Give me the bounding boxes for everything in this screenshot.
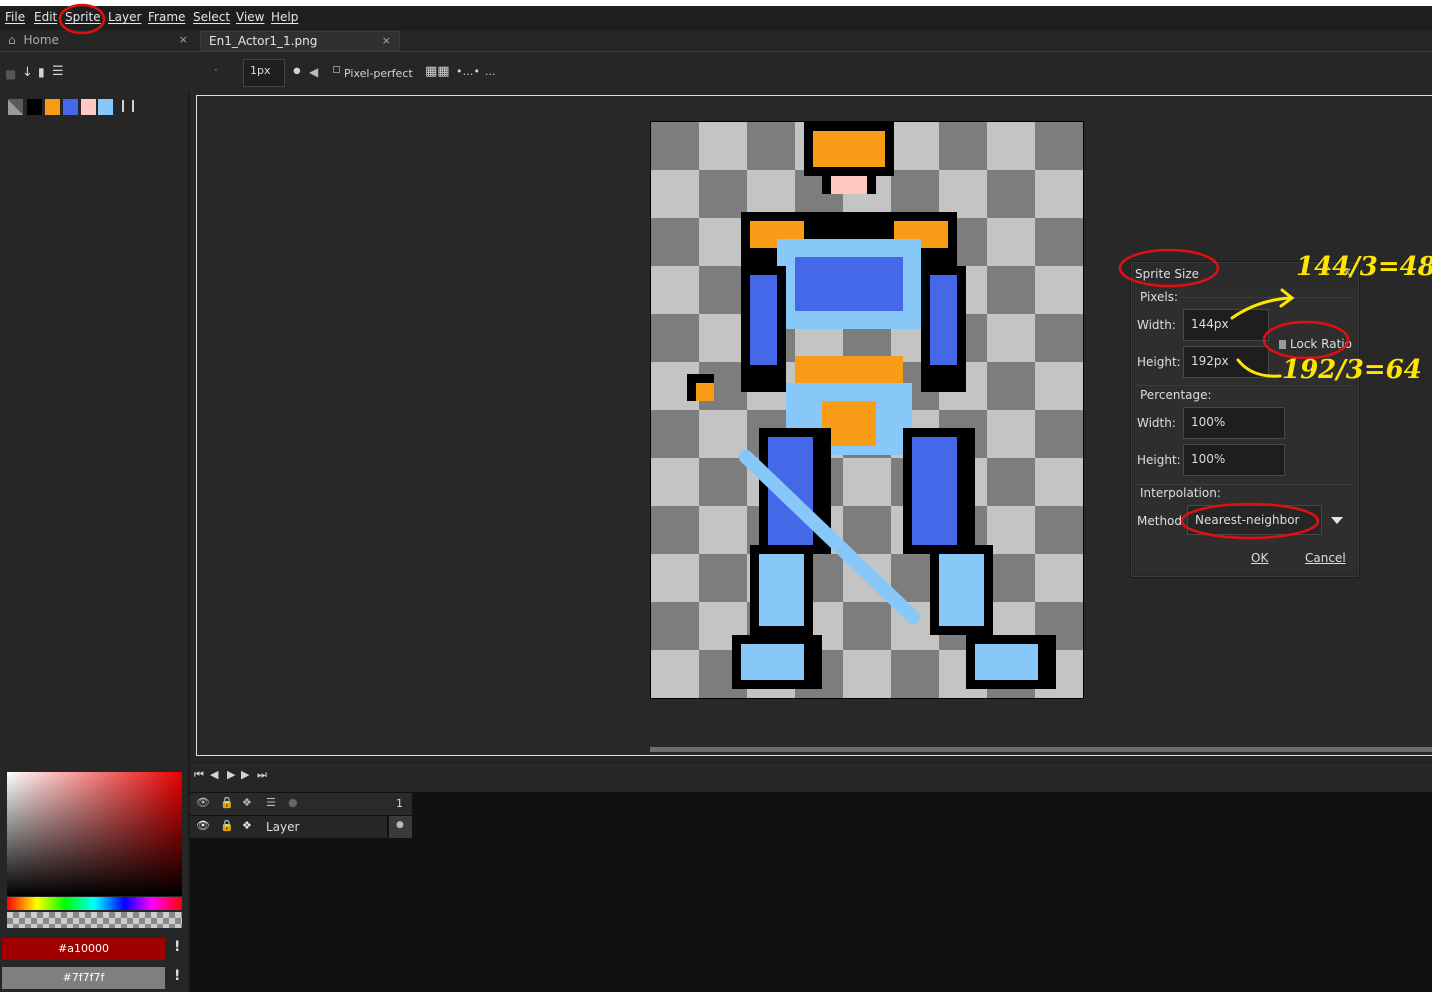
width-calc-annotation: 144/3=48 <box>1296 252 1432 282</box>
lock-ratio-circle <box>1262 320 1350 360</box>
annotation-layer <box>58 3 1350 540</box>
method-circle <box>1180 502 1320 540</box>
height-calc-annotation: 192/3=64 <box>1282 355 1422 385</box>
sprite-menu-circle <box>58 3 106 35</box>
arrow-width <box>1230 296 1292 320</box>
dialog-title-circle <box>1118 248 1220 288</box>
arrow-height <box>1236 358 1282 378</box>
